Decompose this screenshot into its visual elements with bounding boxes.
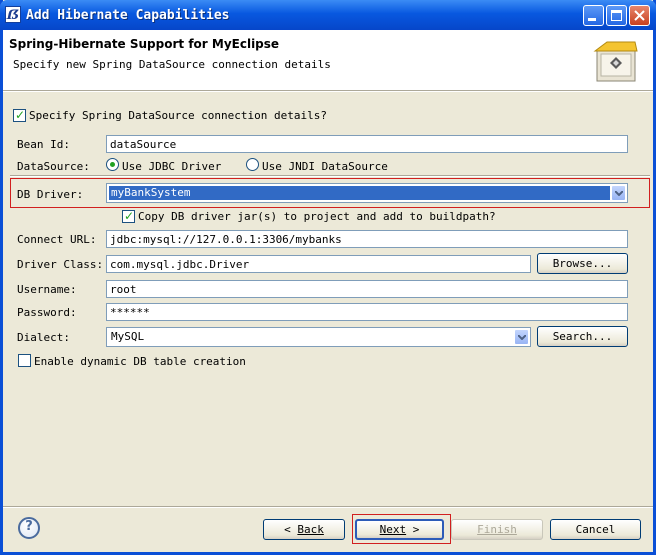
driver-class-input[interactable]: com.mysql.jdbc.Driver [106,255,531,273]
dialect-label: Dialect: [17,331,70,344]
bean-id-label: Bean Id: [17,138,70,151]
username-input[interactable]: root [106,280,628,298]
browse-button[interactable]: Browse... [537,253,628,274]
db-driver-combo[interactable]: myBankSystem [106,183,628,203]
checkmark-icon: ✓ [15,108,26,122]
use-jdbc-driver-radio[interactable] [106,158,119,171]
minimize-button[interactable] [583,5,604,26]
chevron-down-icon [615,191,623,196]
back-button[interactable]: < Back [263,519,345,540]
title-bar[interactable]: ẞ Add Hibernate Capabilities [0,0,656,30]
dynamic-table-checkbox[interactable] [18,354,31,367]
wizard-subtitle: Specify new Spring DataSource connection… [13,58,331,71]
wizard-banner: Spring-Hibernate Support for MyEclipse S… [3,30,653,91]
connect-url-label: Connect URL: [17,233,97,246]
copy-jars-label: Copy DB driver jar(s) to project and add… [138,210,496,223]
banner-separator [3,90,653,92]
use-jndi-datasource-label: Use JNDI DataSource [262,160,388,173]
window-title: Add Hibernate Capabilities [26,8,230,23]
maximize-icon [611,10,622,21]
maximize-button[interactable] [606,5,627,26]
driver-class-label: Driver Class: [17,258,104,271]
chevron-down-icon [518,335,526,340]
radio-selected-dot [110,162,115,167]
connect-url-input[interactable]: jdbc:mysql://127.0.0.1:3306/mybanks [106,230,628,248]
checkmark-icon: ✓ [124,209,135,223]
db-driver-label: DB Driver: [17,188,84,201]
form-separator [10,175,650,177]
dialect-dropdown-button[interactable] [514,329,529,345]
close-icon [634,10,645,21]
specify-datasource-checkbox[interactable]: ✓ [13,108,26,122]
close-button[interactable] [629,5,650,26]
footer-separator [3,506,653,508]
db-driver-dropdown-button[interactable] [611,185,626,201]
eclipse-app-icon: ẞ [5,6,21,23]
specify-datasource-label: Specify Spring DataSource connection det… [29,109,328,122]
password-label: Password: [17,306,77,319]
minimize-icon [588,18,596,21]
chevron-right-icon: > [412,523,420,536]
dialect-combo[interactable]: MySQL [106,327,531,347]
back-label: Back [297,523,324,536]
copy-jars-checkbox[interactable]: ✓ [122,209,135,223]
search-button[interactable]: Search... [537,326,628,347]
next-label: Next [379,523,407,536]
bean-id-input[interactable]: dataSource [106,135,628,153]
username-label: Username: [17,283,77,296]
use-jndi-datasource-radio[interactable] [246,158,259,171]
datasource-label: DataSource: [17,160,90,173]
use-jdbc-driver-label: Use JDBC Driver [122,160,222,173]
dialect-value: MySQL [111,330,145,343]
password-input[interactable]: ****** [106,303,628,321]
chevron-left-icon: < [284,523,291,536]
cancel-button[interactable]: Cancel [550,519,641,540]
dynamic-table-label: Enable dynamic DB table creation [34,355,246,368]
finish-label: Finish [477,523,517,536]
finish-button[interactable]: Finish [451,519,543,540]
help-icon[interactable]: ? [18,517,40,539]
db-driver-value: myBankSystem [109,186,610,200]
wizard-heading: Spring-Hibernate Support for MyEclipse [9,37,280,51]
next-button[interactable]: Next > [355,519,444,540]
wizard-package-icon [593,41,638,82]
